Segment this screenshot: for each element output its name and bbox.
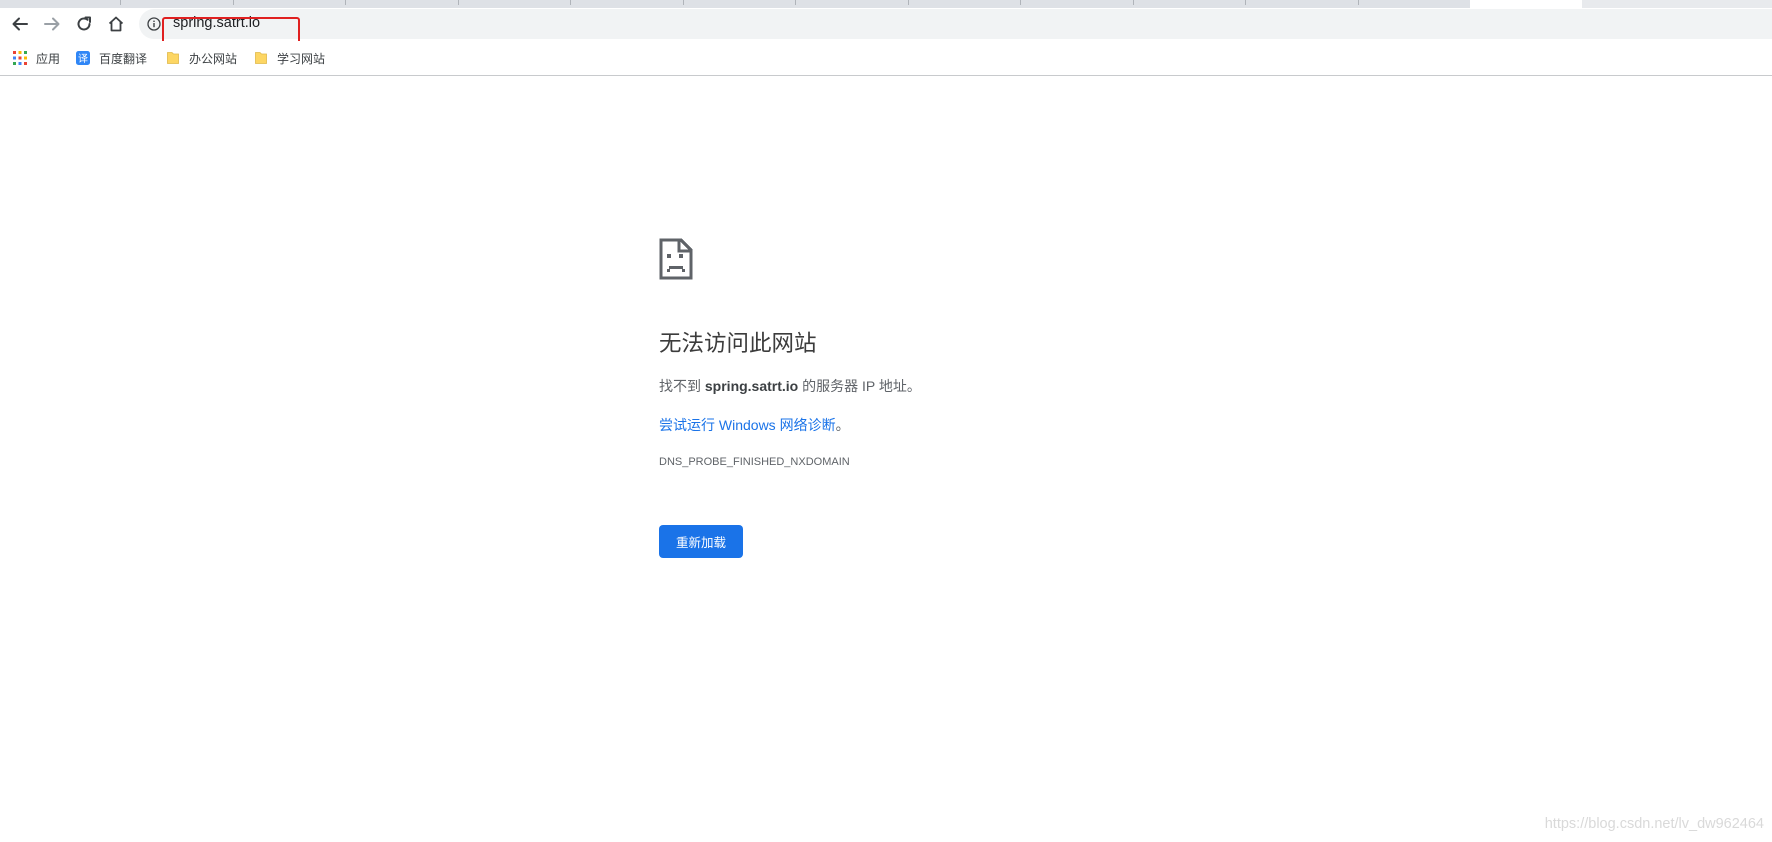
watermark: https://blog.csdn.net/lv_dw962464: [1544, 816, 1764, 832]
tab-separator: [458, 0, 459, 5]
tab-separator: [570, 0, 571, 5]
desc-suffix: 的服务器 IP 地址。: [798, 378, 921, 394]
forward-button[interactable]: [39, 11, 65, 37]
tab-separator: [345, 0, 346, 5]
error-title: 无法访问此网站: [659, 331, 817, 356]
desc-prefix: 找不到: [659, 378, 705, 394]
arrow-left-icon: [12, 17, 28, 31]
tab-separator: [683, 0, 684, 5]
tab-separator: [120, 0, 121, 5]
refresh-icon: [77, 16, 91, 31]
folder-icon: [255, 52, 267, 64]
svg-text:译: 译: [78, 53, 88, 65]
reload-button[interactable]: 重新加载: [659, 525, 743, 558]
tab-separator: [1245, 0, 1246, 5]
back-button[interactable]: [7, 11, 33, 37]
suggestion: 尝试运行 Windows 网络诊断。: [659, 415, 850, 435]
tab-separator: [1020, 0, 1021, 5]
home-button[interactable]: [103, 11, 129, 37]
error-code: DNS_PROBE_FINISHED_NXDOMAIN: [659, 456, 850, 468]
bookmark-label: 应用: [36, 51, 61, 66]
active-tab[interactable]: [1470, 0, 1582, 8]
info-icon[interactable]: [147, 17, 161, 31]
reload-toolbar-button[interactable]: [71, 11, 97, 37]
tab-separator: [908, 0, 909, 5]
sad-page-icon: [659, 238, 693, 280]
translate-icon: 译: [76, 51, 90, 65]
bookmark-folder-study[interactable]: 学习网站: [254, 49, 325, 67]
bookmark-label: 学习网站: [277, 51, 326, 66]
folder-icon: [167, 52, 179, 64]
bookmark-label: 办公网站: [189, 51, 238, 66]
tab-separator: [233, 0, 234, 5]
tab-separator: [795, 0, 796, 5]
error-description: 找不到 spring.satrt.io 的服务器 IP 地址。: [659, 376, 921, 396]
bookmark-label: 百度翻译: [99, 51, 148, 66]
suggestion-tail: 。: [835, 417, 850, 433]
tab-separator: [1358, 0, 1359, 5]
browser-toolbar: spring.satrt.io: [0, 8, 1772, 54]
bookmark-baidu-translate[interactable]: 译 百度翻译: [76, 49, 147, 67]
background-tab[interactable]: [1582, 0, 1772, 8]
network-diagnostics-link[interactable]: 尝试运行 Windows 网络诊断: [659, 417, 836, 433]
bookmarks-bar: 应用 译 百度翻译 办公网站 学习网站: [0, 41, 1772, 76]
home-icon: [108, 16, 124, 32]
bookmark-apps[interactable]: 应用: [13, 49, 60, 67]
tab-strip: [0, 0, 1772, 8]
arrow-right-icon: [44, 17, 60, 31]
desc-host: spring.satrt.io: [704, 378, 799, 394]
bookmark-folder-office[interactable]: 办公网站: [166, 49, 237, 67]
apps-grid-icon: [13, 51, 27, 65]
tab-separator: [1133, 0, 1134, 5]
address-bar[interactable]: spring.satrt.io: [139, 9, 1772, 39]
